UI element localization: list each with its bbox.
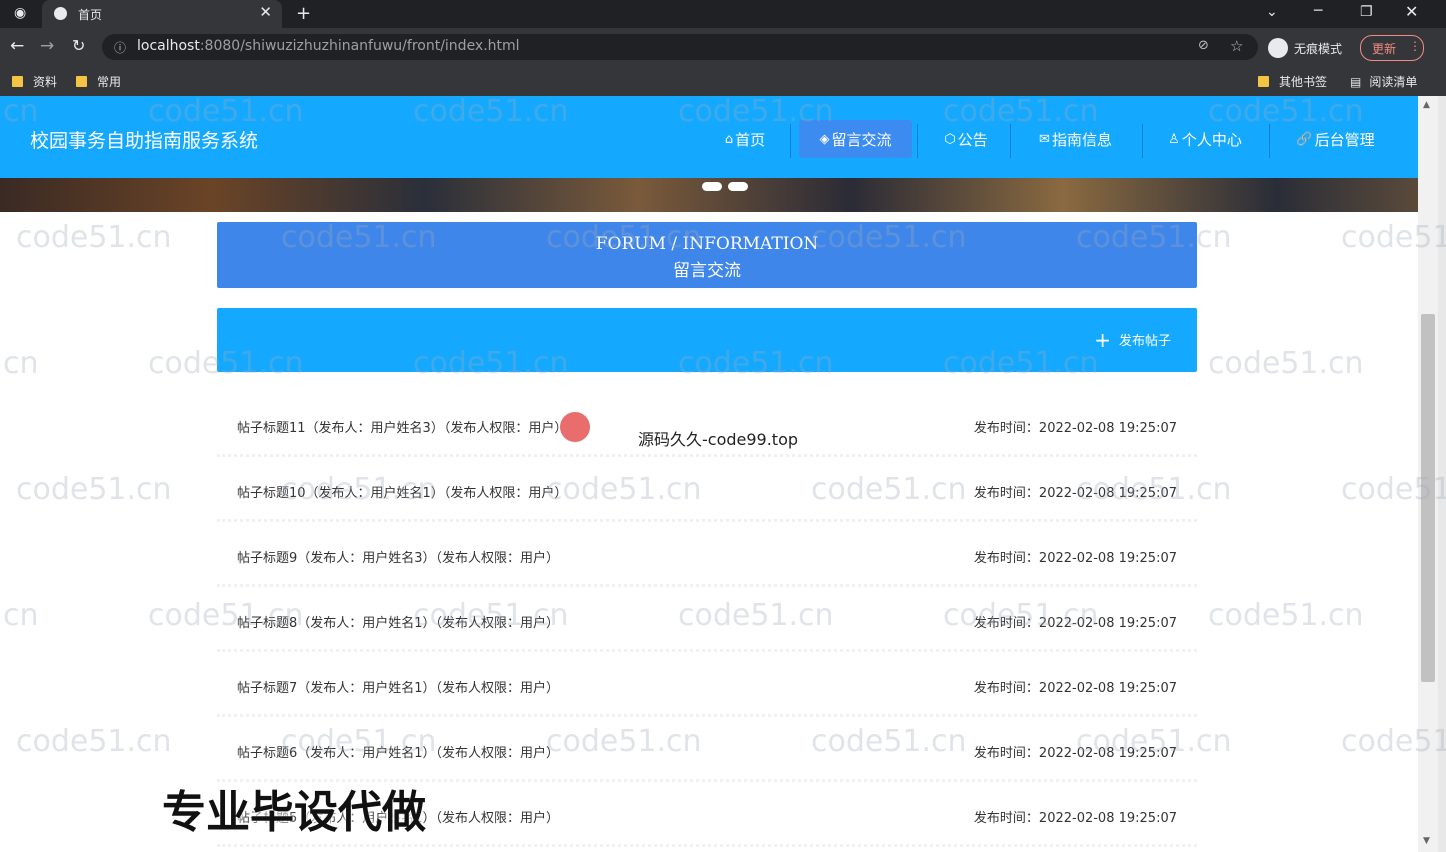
site-title: 校园事务自助指南服务系统 <box>30 130 259 152</box>
nav-separator <box>1142 124 1143 158</box>
restore-icon[interactable]: ❐ <box>1360 4 1373 20</box>
browser-toolbar: ← → ↻ ⓘ localhost:8080/shiwuzizhuzhinanf… <box>0 28 1446 66</box>
incognito-indicator[interactable]: 无痕模式 <box>1268 36 1352 60</box>
header-title-en: FORUM / INFORMATION <box>595 234 819 254</box>
eye-off-icon[interactable]: ⊘ <box>1198 38 1209 53</box>
folder-icon <box>12 76 23 87</box>
folder-icon <box>76 76 87 87</box>
nav-item[interactable]: ♙ 个人中心 <box>1151 120 1259 158</box>
scroll-up-icon[interactable]: ▲ <box>1423 100 1430 110</box>
page-viewport: 校园事务自助指南服务系统 ⌂ 首页 ◈ 留言交流 ⬡ 公告 ✉ 指南信息 ♙ 个人中心 🔗 后台管理 … <box>0 96 1438 852</box>
post-row[interactable]: 帖子标题8（发布人：用户姓名1）（发布人权限：用户） 发布时间：2022-02-0… <box>217 587 1197 652</box>
back-icon[interactable]: ← <box>10 36 24 56</box>
post-title[interactable]: 帖子标题6（发布人：用户姓名1）（发布人权限：用户） <box>237 742 559 761</box>
nav-item[interactable]: 🔗 后台管理 <box>1278 120 1393 158</box>
post-time: 发布时间：2022-02-08 19:25:07 <box>973 421 1177 436</box>
url-text[interactable]: localhost:8080/shiwuzizhuzhinanfuwu/fron… <box>137 38 520 54</box>
nav-item-label: 个人中心 <box>1181 130 1242 149</box>
nav-item[interactable]: ⬡ 公告 <box>926 120 1006 158</box>
box-icon: ⬡ <box>944 131 956 147</box>
new-tab-icon[interactable]: + <box>296 3 311 24</box>
site-info-icon[interactable]: ⓘ <box>114 39 126 56</box>
star-icon[interactable]: ☆ <box>1230 37 1243 55</box>
bookmarks-bar: 资料 常用 其他书签 ▤ 阅读清单 <box>0 66 1446 96</box>
post-time: 发布时间：2022-02-08 19:25:07 <box>973 746 1177 761</box>
plus-icon: + <box>1094 327 1111 352</box>
tab-title: 首页 <box>78 8 103 22</box>
post-time: 发布时间：2022-02-08 19:25:07 <box>973 811 1177 826</box>
nav-item-label: 留言交流 <box>831 130 892 149</box>
nav-item-label: 首页 <box>735 130 766 149</box>
window-close-icon[interactable]: ✕ <box>1405 2 1418 21</box>
post-title[interactable]: 帖子标题10（发布人：用户姓名1）（发布人权限：用户） <box>237 482 567 501</box>
globe-icon[interactable]: ◉ <box>14 5 26 21</box>
tab-search-icon[interactable]: ⌄ <box>1266 4 1278 20</box>
page-header: FORUM / INFORMATION 留言交流 <box>217 222 1197 288</box>
reload-icon[interactable]: ↻ <box>72 36 85 55</box>
tab-close-icon[interactable]: ✕ <box>259 3 272 21</box>
bookmark-folder-1[interactable]: 资料 <box>12 73 57 90</box>
folder-icon <box>1258 76 1269 87</box>
nav-separator <box>917 124 918 158</box>
nav-separator <box>1010 124 1011 158</box>
nav-item-label: 指南信息 <box>1051 130 1112 149</box>
post-title[interactable]: 帖子标题9（发布人：用户姓名3）（发布人权限：用户） <box>237 547 559 566</box>
post-time: 发布时间：2022-02-08 19:25:07 <box>973 681 1177 696</box>
post-row[interactable]: 帖子标题9（发布人：用户姓名3）（发布人权限：用户） 发布时间：2022-02-0… <box>217 522 1197 587</box>
nav-item[interactable]: ◈ 留言交流 <box>799 120 912 158</box>
overlay-code-text: 源码久久-code99.top <box>638 430 799 449</box>
link-icon: 🔗 <box>1296 131 1313 147</box>
browser-tab-bar: ◉ 首页 ✕ + ⌄ ─ ❐ ✕ <box>0 0 1446 28</box>
top-navbar: 校园事务自助指南服务系统 ⌂ 首页 ◈ 留言交流 ⬡ 公告 ✉ 指南信息 ♙ 个人中心 🔗 后台管理 <box>0 96 1418 178</box>
address-bar[interactable]: ⓘ localhost:8080/shiwuzizhuzhinanfuwu/fr… <box>102 34 1258 60</box>
post-time: 发布时间：2022-02-08 19:25:07 <box>973 616 1177 631</box>
carousel-dot[interactable] <box>728 182 748 191</box>
browser-tab[interactable]: 首页 ✕ <box>42 0 282 28</box>
more-icon: ⋮ <box>1409 39 1421 53</box>
post-row[interactable]: 帖子标题7（发布人：用户姓名1）（发布人权限：用户） 发布时间：2022-02-0… <box>217 652 1197 717</box>
favicon-icon <box>54 7 67 20</box>
post-time: 发布时间：2022-02-08 19:25:07 <box>973 551 1177 566</box>
header-title-cn: 留言交流 <box>673 261 741 281</box>
add-post-button[interactable]: + 发布帖子 <box>1094 327 1171 352</box>
post-time: 发布时间：2022-02-08 19:25:07 <box>973 486 1177 501</box>
user-icon: ♙ <box>1168 131 1180 147</box>
action-bar: + 发布帖子 <box>217 308 1197 372</box>
bookmark-folder-2[interactable]: 常用 <box>76 73 121 90</box>
home-icon: ⌂ <box>724 131 734 147</box>
window-edge <box>1438 96 1446 852</box>
overlay-big-text: 专业毕设代做 <box>162 787 426 838</box>
mail-icon: ✉ <box>1039 131 1050 147</box>
nav-item-label: 后台管理 <box>1314 130 1375 149</box>
other-bookmarks[interactable]: 其他书签 <box>1258 73 1327 90</box>
post-title[interactable]: 帖子标题11（发布人：用户姓名3）（发布人权限：用户） <box>237 417 567 436</box>
forward-icon[interactable]: → <box>40 36 54 56</box>
reading-list-icon: ▤ <box>1350 74 1362 89</box>
nav-item[interactable]: ✉ 指南信息 <box>1019 120 1132 158</box>
nav-separator <box>1269 124 1270 158</box>
cursor-highlight <box>560 412 590 442</box>
post-row[interactable]: 帖子标题10（发布人：用户姓名1）（发布人权限：用户） 发布时间：2022-02-… <box>217 457 1197 522</box>
post-title[interactable]: 帖子标题7（发布人：用户姓名1）（发布人权限：用户） <box>237 677 559 696</box>
minimize-icon[interactable]: ─ <box>1314 3 1322 19</box>
scroll-down-icon[interactable]: ▼ <box>1423 836 1430 846</box>
nav-item-label: 公告 <box>957 130 988 149</box>
post-row[interactable]: 帖子标题6（发布人：用户姓名1）（发布人权限：用户） 发布时间：2022-02-0… <box>217 717 1197 782</box>
tag-icon: ◈ <box>819 131 830 147</box>
incognito-icon <box>1268 38 1288 58</box>
update-button[interactable]: 更新 ⋮ <box>1360 35 1424 61</box>
reading-list[interactable]: ▤ 阅读清单 <box>1350 73 1417 90</box>
scrollbar-thumb[interactable] <box>1421 314 1435 682</box>
nav-separator <box>790 124 791 158</box>
post-title[interactable]: 帖子标题8（发布人：用户姓名1）（发布人权限：用户） <box>237 612 559 631</box>
nav-item[interactable]: ⌂ 首页 <box>716 120 774 158</box>
carousel-dot[interactable] <box>702 182 722 191</box>
